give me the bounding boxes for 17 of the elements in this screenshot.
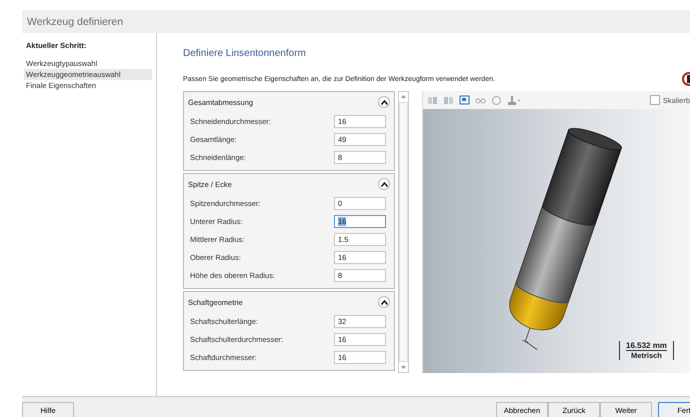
- chevron-up-icon: [380, 182, 388, 186]
- collapse-button[interactable]: [378, 96, 390, 108]
- scale-value: 16.532 mm: [626, 341, 667, 351]
- page-title: Definiere Linsentonnenform: [183, 48, 307, 59]
- fit-icon[interactable]: [427, 94, 438, 106]
- scrollbar[interactable]: [398, 91, 409, 373]
- collapse-button[interactable]: [378, 296, 390, 308]
- chevron-up-icon: [380, 100, 388, 104]
- window-title: Werkzeug definieren: [27, 16, 124, 28]
- stamp-icon[interactable]: [507, 94, 521, 106]
- chevron-up-icon: [380, 300, 388, 304]
- view-icon[interactable]: [459, 94, 470, 106]
- collapse-button[interactable]: [378, 178, 390, 190]
- scroll-down-icon[interactable]: [400, 365, 407, 370]
- scroll-up-icon[interactable]: [400, 94, 407, 99]
- logo-icon: [680, 72, 690, 86]
- zoom-window-icon[interactable]: [443, 94, 454, 106]
